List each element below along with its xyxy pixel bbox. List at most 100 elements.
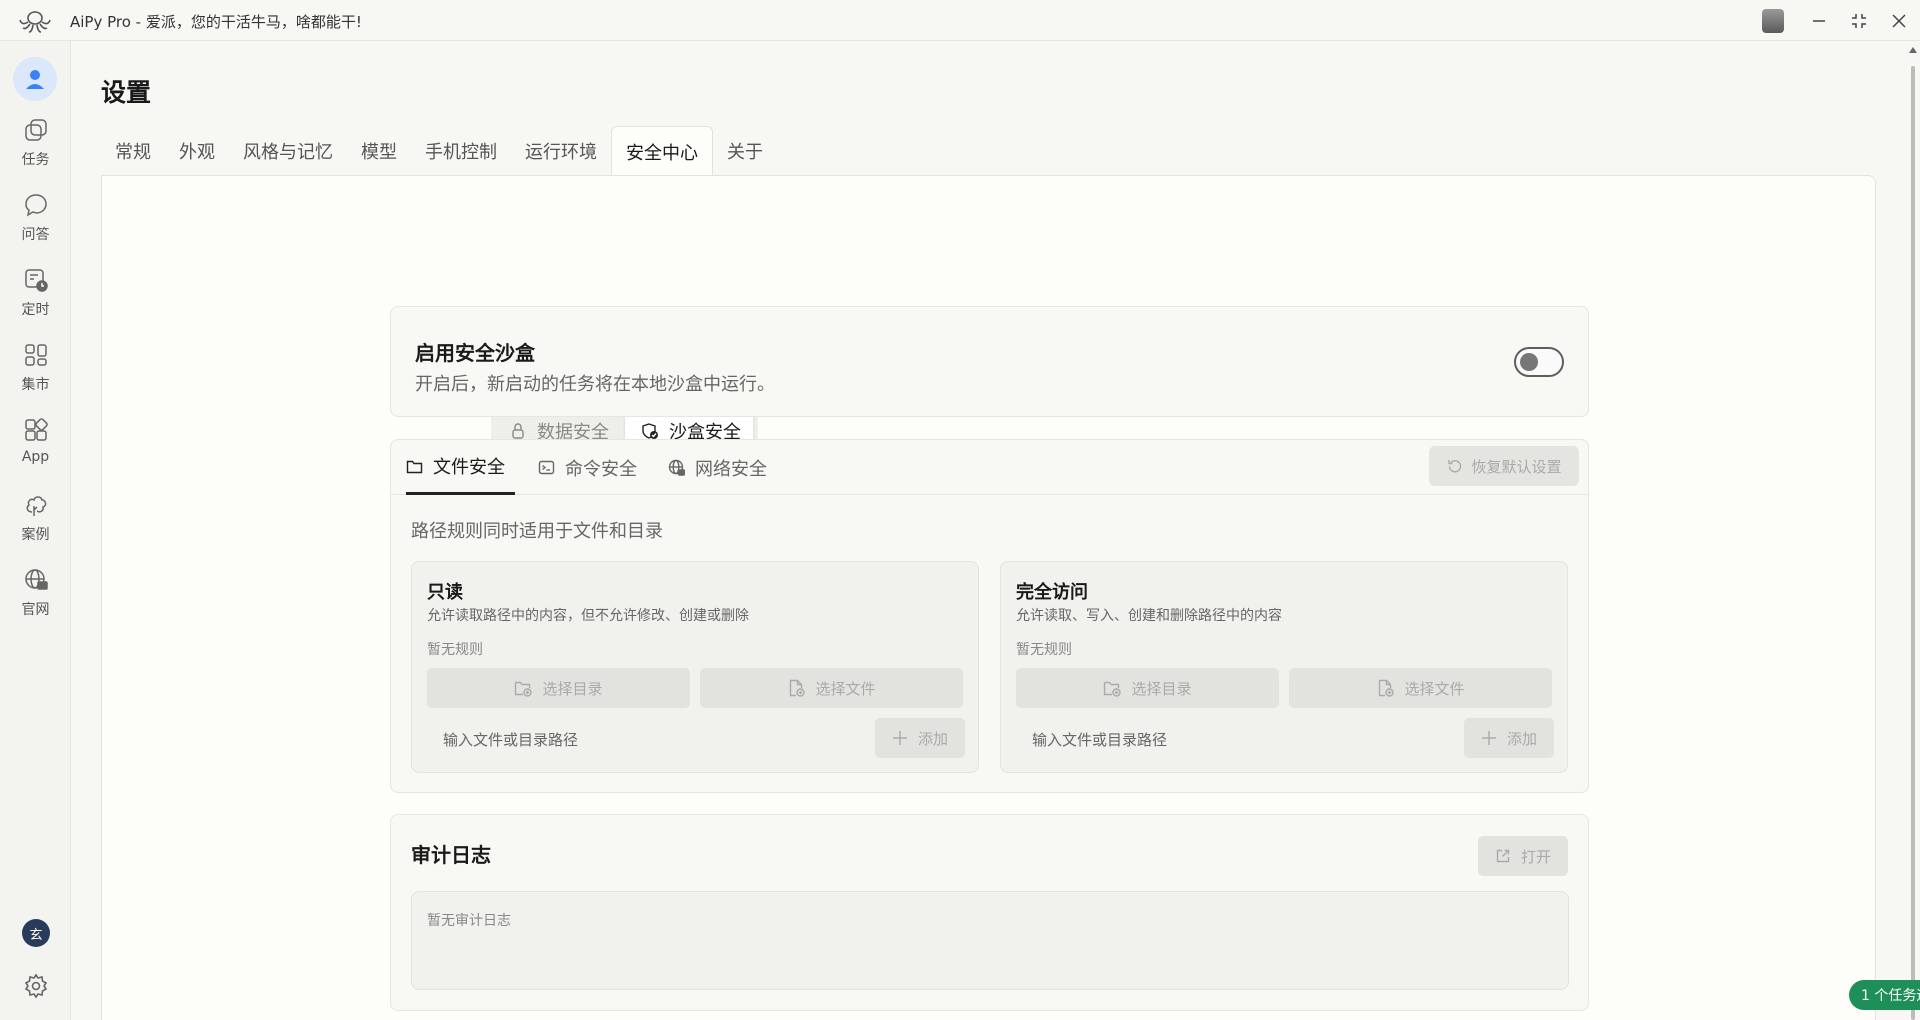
profile-avatar[interactable] [13, 57, 57, 101]
button-label: 打开 [1520, 847, 1551, 866]
tab-about[interactable]: 关于 [713, 126, 777, 176]
rail-label: 定时 [21, 302, 50, 318]
fullaccess-add-button[interactable]: 添加 [1464, 718, 1554, 758]
subtab-label: 命令安全 [565, 458, 637, 480]
shield-check-icon [642, 423, 658, 439]
brand-badge-icon[interactable]: 玄 [22, 919, 50, 947]
readonly-select-dir-button[interactable]: 选择目录 [427, 668, 690, 708]
button-label: 添加 [1506, 729, 1537, 748]
tab-phone-control[interactable]: 手机控制 [411, 126, 511, 176]
folder-icon [406, 460, 423, 473]
rail-label: App [21, 449, 50, 465]
button-label: 选择文件 [1404, 679, 1465, 698]
fullaccess-select-dir-button[interactable]: 选择目录 [1016, 668, 1279, 708]
rail-item-market[interactable]: 集市 [0, 342, 71, 406]
button-label: 选择文件 [815, 679, 876, 698]
page-title: 设置 [101, 78, 152, 107]
rail-label: 案例 [21, 527, 50, 543]
tab-general[interactable]: 常规 [101, 126, 165, 176]
reset-label: 恢复默认设置 [1471, 457, 1562, 476]
user-icon [26, 70, 44, 89]
rail-label: 集市 [21, 377, 50, 393]
tab-runtime[interactable]: 运行环境 [511, 126, 611, 176]
sandbox-toggle-card: 启用安全沙盒 开启后，新启动的任务将在本地沙盒中运行。 [390, 306, 1589, 417]
tab-security-center[interactable]: 安全中心 [611, 126, 713, 176]
plus-icon [892, 731, 907, 745]
scroll-thumb[interactable] [1911, 66, 1915, 1020]
file-add-icon [1379, 679, 1395, 697]
sandbox-toggle[interactable] [1514, 347, 1564, 377]
scroll-up-arrow-icon[interactable] [1909, 47, 1917, 53]
readonly-empty: 暂无规则 [427, 642, 483, 658]
readonly-description: 允许读取路径中的内容，但不允许修改、创建或删除 [427, 608, 749, 624]
fullaccess-rules-box: 完全访问 允许读取、写入、创建和删除路径中的内容 暂无规则 选择目录 选择文件 [1000, 561, 1568, 773]
fullaccess-select-file-button[interactable]: 选择文件 [1289, 668, 1552, 708]
toggle-knob [1520, 353, 1538, 371]
subtab-file-security[interactable]: 文件安全 [406, 440, 515, 495]
rail-item-schedule[interactable]: 定时 [0, 267, 71, 331]
window-title: AiPy Pro - 爱派，您的干活牛马，啥都能干! [70, 13, 362, 31]
subtab-network-security[interactable]: 网络安全 [668, 440, 767, 495]
main-scrollbar[interactable] [1906, 41, 1920, 1020]
minimize-button[interactable] [1804, 6, 1834, 36]
rail-item-qa[interactable]: 问答 [0, 192, 71, 256]
fullaccess-description: 允许读取、写入、创建和删除路径中的内容 [1016, 608, 1282, 624]
readonly-title: 只读 [427, 582, 463, 603]
rail-label: 任务 [21, 152, 50, 168]
reset-defaults-button[interactable]: 恢复默认设置 [1429, 446, 1579, 486]
schedule-icon [24, 269, 48, 292]
folder-add-icon [515, 681, 533, 697]
settings-panel: 数据安全 沙盒安全 启用安全沙盒 开启后，新启动的任务将在本地沙盒中运行。 文件… [101, 175, 1876, 1020]
file-add-icon [790, 679, 806, 697]
subtab-command-security[interactable]: 命令安全 [538, 440, 637, 495]
audit-log-content: 暂无审计日志 [411, 891, 1569, 990]
readonly-select-file-button[interactable]: 选择文件 [700, 668, 963, 708]
rail-item-app[interactable]: App [0, 417, 71, 481]
title-bar: AiPy Pro - 爱派，您的干活牛马，啥都能干! [0, 0, 1920, 41]
subtab-label: 网络安全 [695, 458, 767, 480]
layers-icon [24, 119, 47, 141]
rail-label: 问答 [21, 227, 50, 243]
app-logo-icon [19, 11, 51, 33]
fullaccess-title: 完全访问 [1016, 582, 1088, 603]
readonly-add-button[interactable]: 添加 [875, 718, 965, 758]
user-avatar[interactable] [1762, 9, 1784, 33]
subtab-label: 文件安全 [433, 457, 505, 478]
tab-appearance[interactable]: 外观 [165, 126, 229, 176]
rail-item-cases[interactable]: 案例 [0, 492, 71, 556]
readonly-path-input[interactable] [427, 720, 867, 760]
audit-empty: 暂无审计日志 [427, 913, 511, 929]
fullscreen-button[interactable] [1844, 6, 1874, 36]
settings-tabs: 常规 外观 风格与记忆 模型 手机控制 运行环境 安全中心 关于 [101, 126, 777, 176]
button-label: 添加 [917, 729, 948, 748]
fullscreen-icon [1852, 14, 1866, 28]
external-link-icon [1496, 849, 1510, 863]
close-icon [1892, 14, 1906, 28]
grid-icon [24, 344, 47, 366]
button-label: 选择目录 [542, 679, 603, 698]
sandbox-description: 开启后，新启动的任务将在本地沙盒中运行。 [415, 374, 775, 395]
folder-add-icon [1104, 681, 1122, 697]
lock-icon [512, 423, 524, 439]
tab-model[interactable]: 模型 [347, 126, 411, 176]
close-button[interactable] [1884, 6, 1914, 36]
rail-item-tasks[interactable]: 任务 [0, 117, 71, 181]
path-rule-hint: 路径规则同时适用于文件和目录 [411, 521, 663, 542]
tab-style-memory[interactable]: 风格与记忆 [229, 126, 347, 176]
fullaccess-path-input[interactable] [1016, 720, 1456, 760]
settings-gear-icon[interactable] [23, 973, 49, 999]
audit-title: 审计日志 [411, 843, 491, 867]
minimize-icon [1813, 20, 1825, 22]
audit-log-card: 审计日志 打开 暂无审计日志 [390, 814, 1589, 1011]
rail-label: 官网 [21, 602, 50, 618]
running-tasks-badge[interactable]: 1 个任务运行中 [1849, 980, 1920, 1010]
plus-icon [1481, 731, 1496, 745]
apps-icon [24, 418, 48, 441]
fullaccess-empty: 暂无规则 [1016, 642, 1072, 658]
globe-lock-icon [668, 459, 685, 476]
button-label: 选择目录 [1131, 679, 1192, 698]
globe-icon [24, 569, 48, 590]
rail-item-website[interactable]: 官网 [0, 567, 71, 631]
audit-open-button[interactable]: 打开 [1478, 836, 1568, 876]
left-rail: 任务 问答 定时 集市 App 案例 官网 玄 [0, 41, 71, 1020]
